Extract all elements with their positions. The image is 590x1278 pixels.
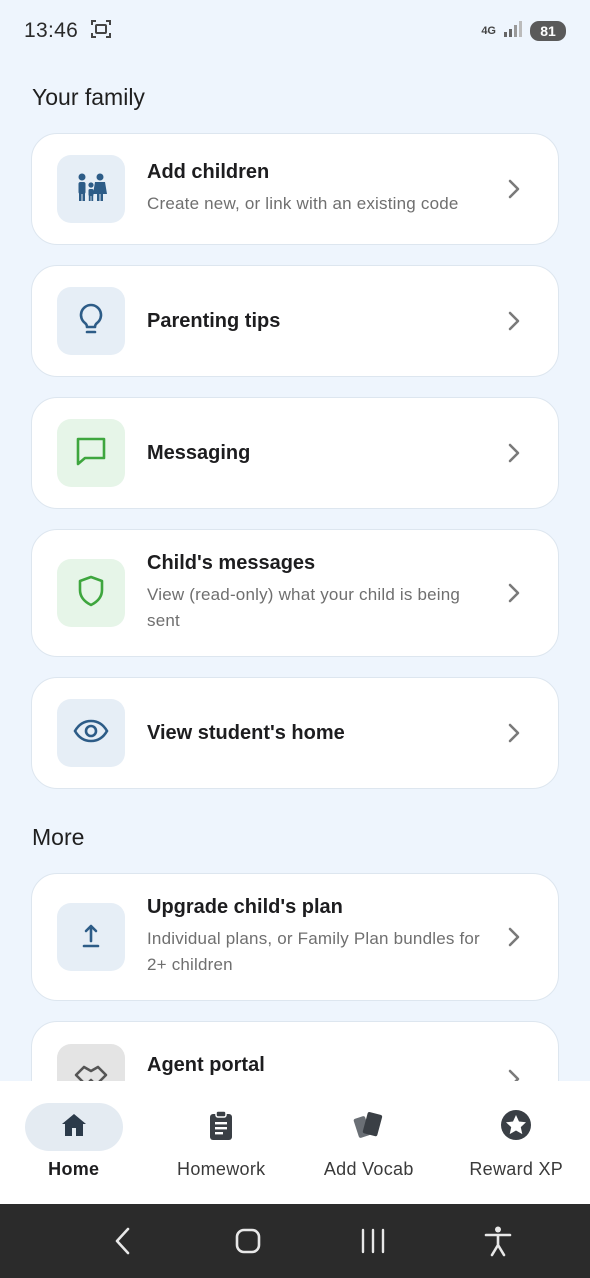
card-text: Add children Create new, or link with an… — [147, 161, 492, 217]
chevron-right-icon — [492, 582, 536, 604]
lightbulb-icon — [76, 302, 106, 341]
nav-pill — [467, 1103, 565, 1151]
card-title: Parenting tips — [147, 309, 281, 332]
nav-pill — [24, 1103, 123, 1151]
status-time: 13:46 — [24, 19, 79, 42]
card-title: Agent portal — [147, 1054, 265, 1076]
card-upgrade-plan[interactable]: Upgrade child's plan Individual plans, o… — [31, 873, 559, 1001]
nav-label: Add Vocab — [323, 1159, 414, 1179]
system-navigation-bar — [0, 1204, 590, 1278]
status-right: 4G 81 — [481, 20, 566, 43]
section-title-family: Your family — [32, 84, 145, 110]
signal-icon — [502, 20, 524, 43]
card-text: Parenting tips — [147, 310, 492, 333]
home-circle-icon[interactable] — [218, 1211, 278, 1271]
card-childs-messages[interactable]: Child's messages View (read-only) what y… — [31, 529, 559, 657]
nav-pill — [320, 1103, 418, 1151]
nav-item-home[interactable]: Home — [0, 1103, 148, 1180]
bottom-navigation: Home Homework Add Vocab Reward XP — [0, 1081, 590, 1204]
nav-item-reward-xp[interactable]: Reward XP — [443, 1103, 590, 1180]
nav-pill — [172, 1103, 270, 1151]
card-title: View student's home — [147, 721, 345, 744]
chevron-right-icon — [492, 178, 536, 200]
network-type: 4G — [481, 25, 496, 37]
nav-item-add-vocab[interactable]: Add Vocab — [295, 1103, 443, 1180]
card-title: Messaging — [147, 441, 251, 464]
eye-icon — [73, 719, 109, 748]
card-title: Add children — [147, 161, 270, 183]
card-icon-wrap — [57, 419, 125, 487]
status-bar: 13:46 4G 81 — [0, 0, 590, 62]
chevron-right-icon — [492, 722, 536, 744]
card-icon-wrap — [57, 559, 125, 627]
card-messaging[interactable]: Messaging — [31, 397, 559, 509]
shield-icon — [76, 574, 106, 613]
star-icon — [499, 1108, 533, 1147]
upload-arrow-icon — [81, 921, 101, 954]
nav-label: Homework — [177, 1159, 266, 1179]
card-text: Upgrade child's plan Individual plans, o… — [147, 896, 492, 978]
chevron-right-icon — [492, 926, 536, 948]
card-text: Child's messages View (read-only) what y… — [147, 552, 492, 634]
card-parenting-tips[interactable]: Parenting tips — [31, 265, 559, 377]
cards-icon — [352, 1109, 386, 1146]
nav-label: Home — [48, 1159, 100, 1179]
back-icon[interactable] — [93, 1211, 153, 1271]
nav-item-homework[interactable]: Homework — [148, 1103, 296, 1180]
chevron-right-icon — [492, 442, 536, 464]
card-subtitle: Create new, or link with an existing cod… — [147, 194, 459, 213]
card-title: Child's messages — [147, 552, 316, 574]
chevron-right-icon — [492, 310, 536, 332]
card-view-student-home[interactable]: View student's home — [31, 677, 559, 789]
section-title-more: More — [32, 824, 85, 850]
card-text: View student's home — [147, 722, 492, 745]
accessibility-icon[interactable] — [468, 1211, 528, 1271]
card-title: Upgrade child's plan — [147, 896, 343, 918]
battery-badge: 81 — [530, 21, 566, 41]
card-text: Agent portal — [147, 1044, 492, 1077]
card-icon-wrap — [57, 699, 125, 767]
nav-label: Reward XP — [469, 1159, 564, 1179]
card-add-children[interactable]: Add children Create new, or link with an… — [31, 133, 559, 245]
status-left: 13:46 — [24, 18, 112, 45]
clipboard-icon — [207, 1109, 235, 1146]
screenshot-icon — [90, 18, 112, 45]
card-icon-wrap — [57, 155, 125, 223]
recent-apps-icon[interactable] — [343, 1211, 403, 1271]
card-subtitle: View (read-only) what your child is bein… — [147, 585, 461, 630]
card-subtitle: Individual plans, or Family Plan bundles… — [147, 929, 480, 974]
card-icon-wrap — [57, 903, 125, 971]
home-icon — [59, 1111, 89, 1144]
card-icon-wrap — [57, 287, 125, 355]
family-icon — [74, 170, 108, 209]
chat-icon — [74, 435, 108, 472]
card-text: Messaging — [147, 442, 492, 465]
